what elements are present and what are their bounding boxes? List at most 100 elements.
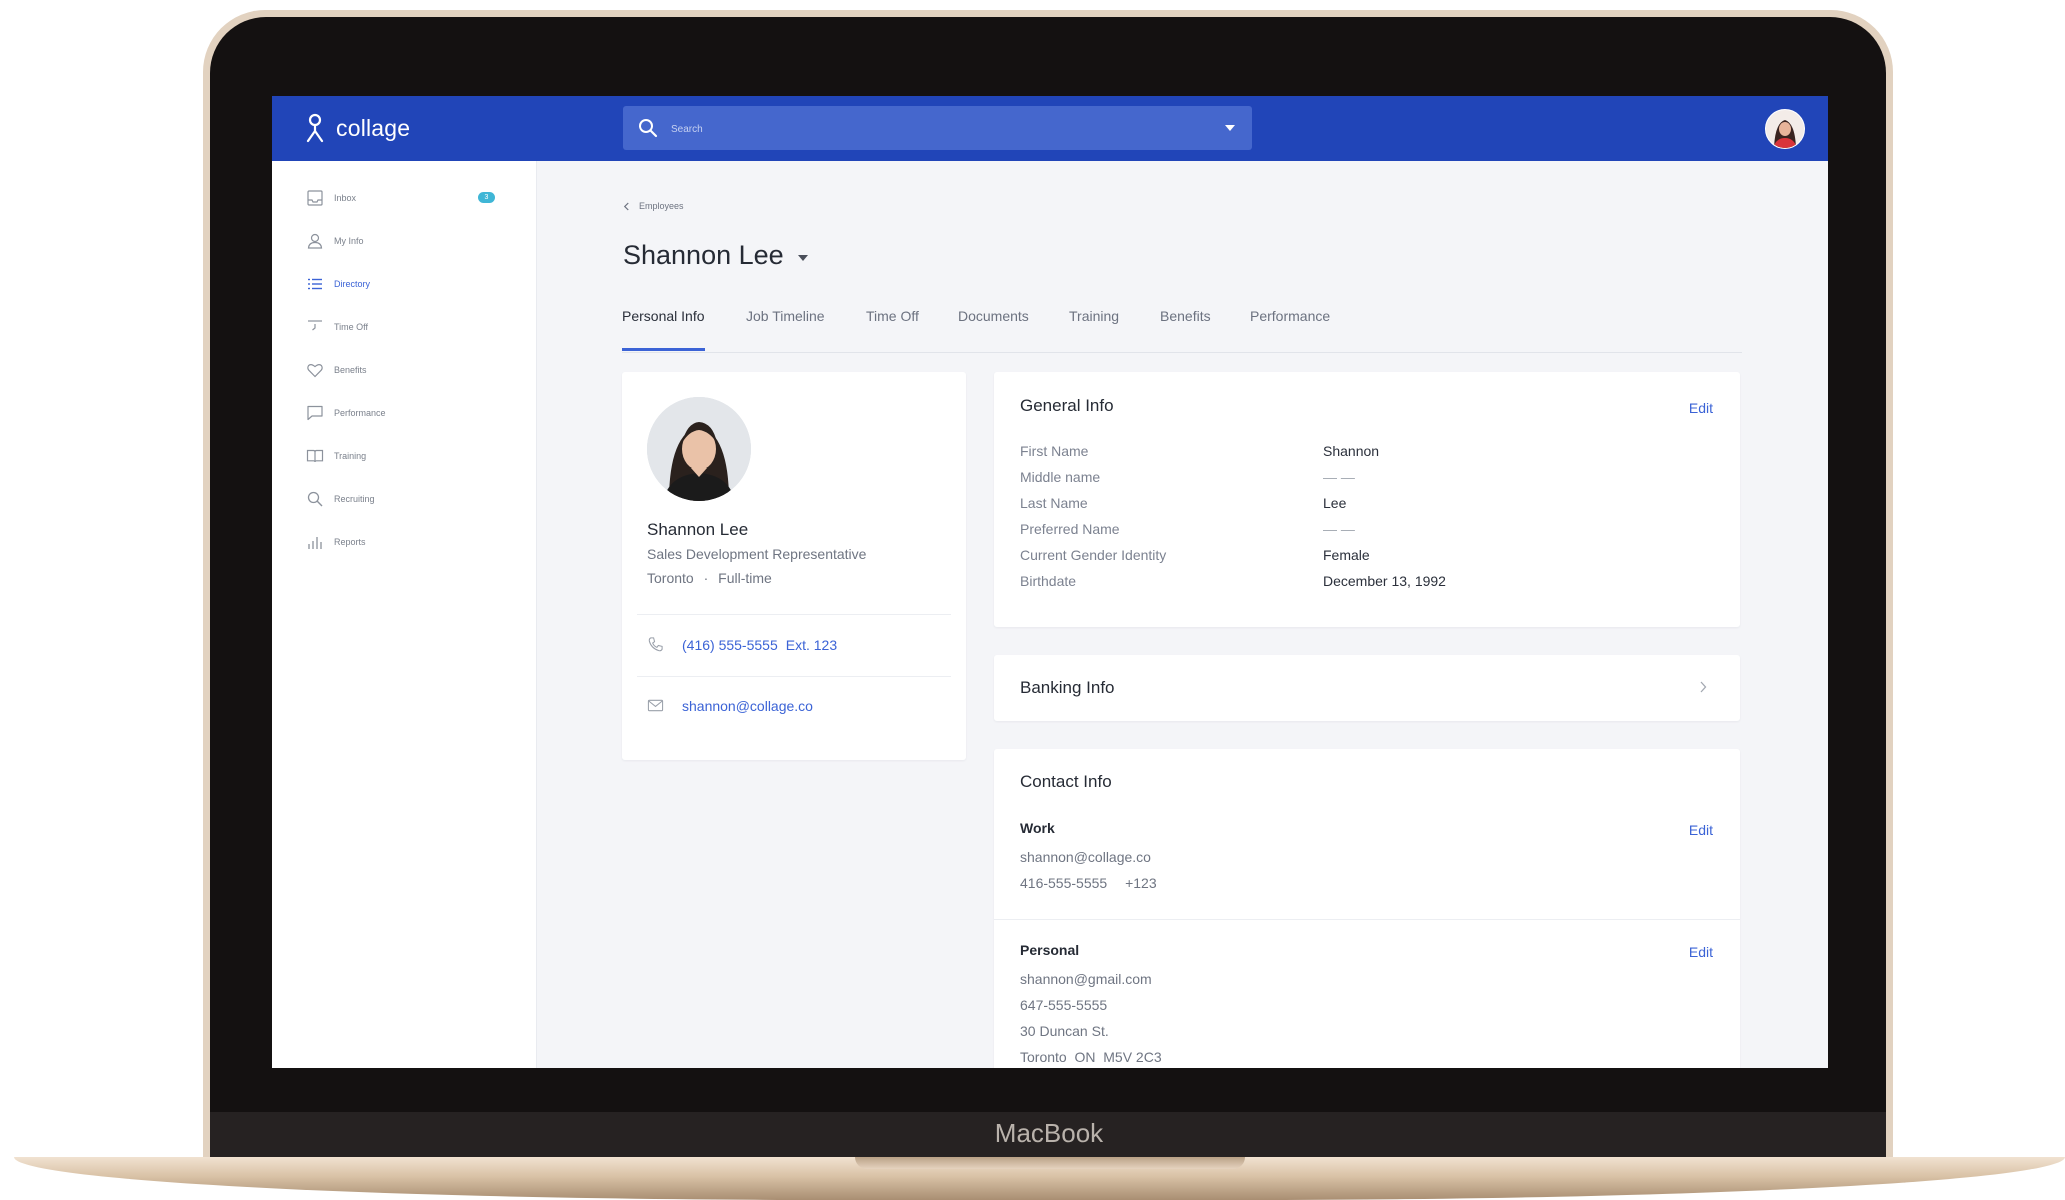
personal-address: 30 Duncan St.	[1020, 1023, 1109, 1039]
search-icon	[639, 119, 658, 138]
work-phone-line: 416-555-5555 +123	[1020, 875, 1157, 891]
sidebar-item-label: Time Off	[334, 322, 369, 332]
search-icon	[307, 491, 323, 507]
sidebar-item-training[interactable]: Training	[306, 444, 506, 468]
back-to-employees-link[interactable]: Employees	[623, 201, 684, 211]
mail-icon	[647, 699, 664, 712]
tab-documents[interactable]: Documents	[958, 308, 1029, 351]
personal-contact-title: Personal	[1020, 942, 1080, 958]
location-separator: ·	[703, 570, 709, 586]
page-title: Shannon Lee	[623, 240, 784, 270]
profile-summary-card: Shannon Lee Sales Development Representa…	[622, 372, 966, 760]
profile-portrait-icon	[647, 397, 751, 501]
work-contact-edit-button[interactable]: Edit	[1689, 822, 1713, 838]
profile-location-line: Toronto · Full-time	[647, 570, 772, 586]
tab-training[interactable]: Training	[1069, 308, 1119, 351]
sidebar-item-label: Directory	[334, 279, 371, 289]
gender-identity-label: Current Gender Identity	[1020, 547, 1167, 563]
personal-email: shannon@gmail.com	[1020, 971, 1152, 987]
profile-phone-row[interactable]: (416) 555-5555 Ext. 123	[647, 636, 837, 653]
search-dropdown-icon[interactable]	[1225, 125, 1235, 131]
personal-contact-edit-button[interactable]: Edit	[1689, 944, 1713, 960]
personal-city-line: Toronto ON M5V 2C3	[1020, 1049, 1162, 1065]
tab-personal-info[interactable]: Personal Info	[622, 308, 705, 351]
inbox-count-badge: 3	[478, 192, 495, 203]
sidebar-item-performance[interactable]: Performance	[306, 401, 506, 425]
profile-email-link[interactable]: shannon@collage.co	[682, 698, 813, 714]
book-icon	[306, 449, 324, 463]
phone-icon	[648, 637, 663, 652]
bar-chart-icon	[308, 537, 322, 549]
birthdate-label: Birthdate	[1020, 573, 1077, 589]
tab-job-timeline[interactable]: Job Timeline	[746, 308, 825, 351]
profile-email-row[interactable]: shannon@collage.co	[647, 697, 813, 714]
sidebar: Inbox 3 My Info Directory Time Off Benef…	[272, 161, 537, 1068]
last-name-label: Last Name	[1020, 495, 1088, 511]
general-info-card: General Info Edit First Name Shannon Mid…	[994, 372, 1740, 627]
birthdate-value: December 13, 1992	[1323, 573, 1446, 589]
tab-performance[interactable]: Performance	[1250, 308, 1330, 351]
clock-icon	[308, 320, 322, 331]
work-contact-title: Work	[1020, 820, 1055, 836]
work-phone-extension: +123	[1125, 875, 1157, 891]
chevron-right-icon	[1700, 681, 1707, 693]
profile-job-title: Sales Development Representative	[647, 546, 867, 562]
sidebar-item-label: My Info	[334, 236, 364, 246]
tab-time-off[interactable]: Time Off	[866, 308, 919, 351]
profile-divider	[637, 614, 951, 615]
first-name-value: Shannon	[1323, 443, 1380, 459]
contact-info-card: Contact Info Work Edit shannon@collage.c…	[994, 749, 1740, 1068]
sidebar-item-inbox[interactable]: Inbox 3	[306, 186, 506, 210]
tab-benefits[interactable]: Benefits	[1160, 308, 1211, 351]
preferred-name-label: Preferred Name	[1020, 521, 1120, 537]
banking-info-title: Banking Info	[1020, 678, 1115, 697]
sidebar-item-label: Performance	[334, 408, 386, 418]
person-icon	[307, 233, 323, 249]
sidebar-item-label: Training	[334, 451, 367, 461]
banking-info-card[interactable]: Banking Info	[994, 655, 1740, 721]
general-info-edit-button[interactable]: Edit	[1689, 400, 1713, 416]
search-bar[interactable]	[623, 106, 1252, 150]
profile-phone-extension[interactable]: Ext. 123	[786, 637, 837, 653]
gender-identity-value: Female	[1323, 547, 1370, 563]
sidebar-item-label: Inbox	[334, 193, 357, 203]
work-email: shannon@collage.co	[1020, 849, 1151, 865]
general-info-title: General Info	[1020, 396, 1114, 415]
sidebar-item-benefits[interactable]: Benefits	[306, 358, 506, 382]
logo-text: collage	[336, 114, 411, 141]
chat-icon	[307, 405, 323, 421]
chevron-down-icon	[797, 254, 808, 261]
profile-photo	[647, 397, 751, 501]
employee-switcher[interactable]: Shannon Lee	[623, 240, 808, 271]
contact-divider	[994, 919, 1740, 920]
sidebar-item-label: Benefits	[334, 365, 367, 375]
sidebar-item-reports[interactable]: Reports	[306, 530, 506, 554]
profile-employment-type: Full-time	[718, 570, 772, 586]
preferred-name-value: — —	[1323, 521, 1355, 537]
sidebar-item-label: Recruiting	[334, 494, 375, 504]
avatar-portrait-icon	[1766, 110, 1804, 148]
middle-name-value: — —	[1323, 469, 1355, 485]
search-input[interactable]	[669, 117, 1213, 141]
sidebar-item-my-info[interactable]: My Info	[306, 229, 506, 253]
middle-name-label: Middle name	[1020, 469, 1101, 485]
breadcrumb-label: Employees	[639, 201, 684, 211]
last-name-value: Lee	[1323, 495, 1347, 511]
sidebar-item-directory[interactable]: Directory	[306, 272, 506, 296]
top-bar: collage	[272, 96, 1828, 161]
profile-phone-link[interactable]: (416) 555-5555	[682, 637, 778, 653]
macbook-label: MacBook	[994, 1118, 1104, 1148]
laptop-hinge-notch	[855, 1157, 1245, 1169]
sidebar-item-recruiting[interactable]: Recruiting	[306, 487, 506, 511]
personal-phone: 647-555-5555	[1020, 997, 1108, 1013]
sidebar-item-time-off[interactable]: Time Off	[306, 315, 506, 339]
inbox-icon	[307, 190, 323, 206]
app-logo[interactable]: collage	[304, 112, 410, 144]
profile-divider	[637, 676, 951, 677]
chevron-left-icon	[623, 202, 629, 210]
list-icon	[308, 278, 322, 290]
work-phone: 416-555-5555	[1020, 875, 1108, 891]
profile-location: Toronto	[647, 570, 694, 586]
user-avatar[interactable]	[1765, 109, 1805, 149]
profile-name: Shannon Lee	[647, 520, 749, 539]
